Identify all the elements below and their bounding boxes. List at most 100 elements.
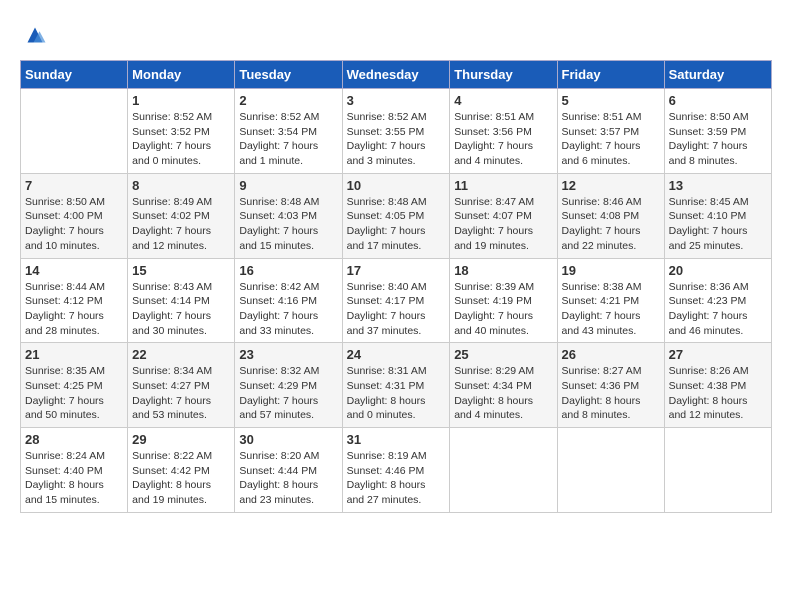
calendar-cell: 3 Sunrise: 8:52 AMSunset: 3:55 PMDaylight… <box>342 89 450 174</box>
day-number: 8 <box>132 178 230 193</box>
cell-info: Sunrise: 8:19 AMSunset: 4:46 PMDaylight:… <box>347 449 446 508</box>
calendar-cell: 9Sunrise: 8:48 AMSunset: 4:03 PMDaylight… <box>235 173 342 258</box>
day-number: 10 <box>347 178 446 193</box>
cell-info: Sunrise: 8:29 AMSunset: 4:34 PMDaylight:… <box>454 364 552 423</box>
calendar-week-row: 7 Sunrise: 8:50 AMSunset: 4:00 PMDaylight… <box>21 173 772 258</box>
weekday-header: Monday <box>128 61 235 89</box>
calendar-cell: 6Sunrise: 8:50 AMSunset: 3:59 PMDaylight… <box>664 89 771 174</box>
calendar-cell: 2 Sunrise: 8:52 AMSunset: 3:54 PMDaylight… <box>235 89 342 174</box>
weekday-header: Friday <box>557 61 664 89</box>
calendar-cell: 4 Sunrise: 8:51 AMSunset: 3:56 PMDaylight… <box>450 89 557 174</box>
calendar-cell: 8 Sunrise: 8:49 AMSunset: 4:02 PMDaylight… <box>128 173 235 258</box>
calendar-cell: 29Sunrise: 8:22 AMSunset: 4:42 PMDayligh… <box>128 428 235 513</box>
cell-info: Sunrise: 8:20 AMSunset: 4:44 PMDaylight:… <box>239 449 337 508</box>
cell-info: Sunrise: 8:45 AMSunset: 4:10 PMDaylight:… <box>669 195 767 254</box>
calendar-cell <box>450 428 557 513</box>
calendar-week-row: 14 Sunrise: 8:44 AMSunset: 4:12 PMDayligh… <box>21 258 772 343</box>
day-number: 23 <box>239 347 337 362</box>
calendar-cell: 7 Sunrise: 8:50 AMSunset: 4:00 PMDaylight… <box>21 173 128 258</box>
cell-info: Sunrise: 8:49 AMSunset: 4:02 PMDaylight:… <box>132 195 230 254</box>
day-number: 24 <box>347 347 446 362</box>
cell-info: Sunrise: 8:44 AMSunset: 4:12 PMDaylight:… <box>25 280 123 339</box>
calendar-cell: 24 Sunrise: 8:31 AMSunset: 4:31 PMDayligh… <box>342 343 450 428</box>
cell-info: Sunrise: 8:42 AMSunset: 4:16 PMDaylight:… <box>239 280 337 339</box>
day-number: 6 <box>669 93 767 108</box>
calendar-week-row: 28 Sunrise: 8:24 AMSunset: 4:40 PMDayligh… <box>21 428 772 513</box>
cell-info: Sunrise: 8:35 AMSunset: 4:25 PMDaylight:… <box>25 364 123 423</box>
calendar-cell <box>21 89 128 174</box>
weekday-header: Saturday <box>664 61 771 89</box>
cell-info: Sunrise: 8:52 AMSunset: 3:54 PMDaylight:… <box>239 110 337 169</box>
cell-info: Sunrise: 8:40 AMSunset: 4:17 PMDaylight:… <box>347 280 446 339</box>
cell-info: Sunrise: 8:52 AMSunset: 3:52 PMDaylight:… <box>132 110 230 169</box>
cell-info: Sunrise: 8:47 AMSunset: 4:07 PMDaylight:… <box>454 195 552 254</box>
calendar-cell: 12 Sunrise: 8:46 AMSunset: 4:08 PMDayligh… <box>557 173 664 258</box>
day-number: 3 <box>347 93 446 108</box>
cell-info: Sunrise: 8:48 AMSunset: 4:05 PMDaylight:… <box>347 195 446 254</box>
day-number: 16 <box>239 263 337 278</box>
calendar-cell: 17 Sunrise: 8:40 AMSunset: 4:17 PMDayligh… <box>342 258 450 343</box>
cell-info: Sunrise: 8:48 AMSunset: 4:03 PMDaylight:… <box>239 195 337 254</box>
day-number: 27 <box>669 347 767 362</box>
weekday-header: Wednesday <box>342 61 450 89</box>
weekday-header: Sunday <box>21 61 128 89</box>
cell-info: Sunrise: 8:51 AMSunset: 3:56 PMDaylight:… <box>454 110 552 169</box>
day-number: 28 <box>25 432 123 447</box>
day-number: 14 <box>25 263 123 278</box>
calendar-cell: 19Sunrise: 8:38 AMSunset: 4:21 PMDayligh… <box>557 258 664 343</box>
calendar-cell: 31 Sunrise: 8:19 AMSunset: 4:46 PMDayligh… <box>342 428 450 513</box>
day-number: 2 <box>239 93 337 108</box>
cell-info: Sunrise: 8:51 AMSunset: 3:57 PMDaylight:… <box>562 110 660 169</box>
calendar-cell: 27 Sunrise: 8:26 AMSunset: 4:38 PMDayligh… <box>664 343 771 428</box>
day-number: 1 <box>132 93 230 108</box>
cell-info: Sunrise: 8:50 AMSunset: 4:00 PMDaylight:… <box>25 195 123 254</box>
day-number: 11 <box>454 178 552 193</box>
day-number: 22 <box>132 347 230 362</box>
calendar-cell <box>664 428 771 513</box>
calendar-cell: 5 Sunrise: 8:51 AMSunset: 3:57 PMDaylight… <box>557 89 664 174</box>
cell-info: Sunrise: 8:22 AMSunset: 4:42 PMDaylight:… <box>132 449 230 508</box>
day-number: 26 <box>562 347 660 362</box>
calendar-week-row: 1 Sunrise: 8:52 AMSunset: 3:52 PMDaylight… <box>21 89 772 174</box>
calendar-cell: 10 Sunrise: 8:48 AMSunset: 4:05 PMDayligh… <box>342 173 450 258</box>
weekday-header: Tuesday <box>235 61 342 89</box>
calendar-cell: 28 Sunrise: 8:24 AMSunset: 4:40 PMDayligh… <box>21 428 128 513</box>
calendar-cell: 25Sunrise: 8:29 AMSunset: 4:34 PMDayligh… <box>450 343 557 428</box>
day-number: 17 <box>347 263 446 278</box>
calendar-cell: 16 Sunrise: 8:42 AMSunset: 4:16 PMDayligh… <box>235 258 342 343</box>
calendar-cell: 18Sunrise: 8:39 AMSunset: 4:19 PMDayligh… <box>450 258 557 343</box>
cell-info: Sunrise: 8:39 AMSunset: 4:19 PMDaylight:… <box>454 280 552 339</box>
page-header <box>20 20 772 50</box>
weekday-header: Thursday <box>450 61 557 89</box>
day-number: 7 <box>25 178 123 193</box>
cell-info: Sunrise: 8:38 AMSunset: 4:21 PMDaylight:… <box>562 280 660 339</box>
day-number: 30 <box>239 432 337 447</box>
calendar-cell: 26 Sunrise: 8:27 AMSunset: 4:36 PMDayligh… <box>557 343 664 428</box>
day-number: 15 <box>132 263 230 278</box>
cell-info: Sunrise: 8:46 AMSunset: 4:08 PMDaylight:… <box>562 195 660 254</box>
calendar-cell: 21Sunrise: 8:35 AMSunset: 4:25 PMDayligh… <box>21 343 128 428</box>
day-number: 4 <box>454 93 552 108</box>
cell-info: Sunrise: 8:27 AMSunset: 4:36 PMDaylight:… <box>562 364 660 423</box>
calendar-cell: 23 Sunrise: 8:32 AMSunset: 4:29 PMDayligh… <box>235 343 342 428</box>
calendar-cell: 30 Sunrise: 8:20 AMSunset: 4:44 PMDayligh… <box>235 428 342 513</box>
calendar-cell: 14 Sunrise: 8:44 AMSunset: 4:12 PMDayligh… <box>21 258 128 343</box>
cell-info: Sunrise: 8:32 AMSunset: 4:29 PMDaylight:… <box>239 364 337 423</box>
cell-info: Sunrise: 8:26 AMSunset: 4:38 PMDaylight:… <box>669 364 767 423</box>
day-number: 31 <box>347 432 446 447</box>
day-number: 13 <box>669 178 767 193</box>
cell-info: Sunrise: 8:36 AMSunset: 4:23 PMDaylight:… <box>669 280 767 339</box>
weekday-header-row: SundayMondayTuesdayWednesdayThursdayFrid… <box>21 61 772 89</box>
calendar-cell: 1 Sunrise: 8:52 AMSunset: 3:52 PMDaylight… <box>128 89 235 174</box>
calendar-cell: 13 Sunrise: 8:45 AMSunset: 4:10 PMDayligh… <box>664 173 771 258</box>
day-number: 12 <box>562 178 660 193</box>
day-number: 5 <box>562 93 660 108</box>
cell-info: Sunrise: 8:34 AMSunset: 4:27 PMDaylight:… <box>132 364 230 423</box>
logo-icon <box>20 20 50 50</box>
cell-info: Sunrise: 8:31 AMSunset: 4:31 PMDaylight:… <box>347 364 446 423</box>
calendar-table: SundayMondayTuesdayWednesdayThursdayFrid… <box>20 60 772 513</box>
calendar-cell: 11 Sunrise: 8:47 AMSunset: 4:07 PMDayligh… <box>450 173 557 258</box>
cell-info: Sunrise: 8:43 AMSunset: 4:14 PMDaylight:… <box>132 280 230 339</box>
cell-info: Sunrise: 8:52 AMSunset: 3:55 PMDaylight:… <box>347 110 446 169</box>
cell-info: Sunrise: 8:24 AMSunset: 4:40 PMDaylight:… <box>25 449 123 508</box>
